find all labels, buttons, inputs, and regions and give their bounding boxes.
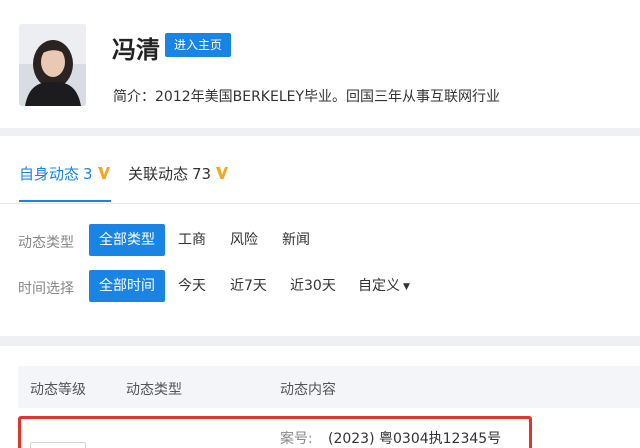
case-number-value: (2023) 粤0304执12345号 [328, 431, 502, 447]
dynamics-tabs: 自身动态 3 关联动态 73 [0, 136, 640, 204]
filter-option-business[interactable]: 工商 [178, 224, 206, 256]
time-filter: 时间选择 全部时间 今天 近7天 近30天 自定义 ▼ [0, 270, 640, 304]
enter-homepage-button[interactable]: 进入主页 [165, 33, 232, 57]
column-header-type: 动态类型 [126, 382, 182, 398]
tab-label: 自身动态 [19, 165, 80, 183]
table-header: 动态等级 动态类型 动态内容 [18, 366, 640, 408]
person-intro: 简介：2012年美国BERKELEY毕业。回国三年从事互联网行业 [113, 89, 501, 105]
filter-option-all-time[interactable]: 全部时间 [89, 270, 165, 302]
person-name: 冯清 [112, 36, 160, 64]
dynamic-type-filter: 动态类型 全部类型 工商 风险 新闻 [0, 224, 640, 258]
column-header-content: 动态内容 [280, 382, 336, 398]
person-profile-card: 冯清 进入主页 简介：2012年美国BERKELEY毕业。回国三年从事互联网行业 [0, 0, 640, 128]
filter-option-last-7-days[interactable]: 近7天 [230, 270, 267, 302]
tab-self-dynamics[interactable]: 自身动态 3 [19, 163, 111, 202]
vip-icon [97, 165, 111, 185]
avatar [19, 24, 86, 106]
tab-count: 73 [192, 165, 212, 183]
tab-related-dynamics[interactable]: 关联动态 73 [128, 163, 229, 185]
column-header-level: 动态等级 [30, 382, 86, 398]
custom-range-dropdown[interactable]: 自定义 ▼ [358, 270, 410, 302]
filter-label: 时间选择 [18, 281, 74, 297]
case-number-label: 案号: [280, 431, 313, 447]
dynamics-table: 动态等级 动态类型 动态内容 案号: (2023) 粤0304执12345号 [0, 346, 640, 448]
company-dynamics-page: 冯清 进入主页 简介：2012年美国BERKELEY毕业。回国三年从事互联网行业… [0, 0, 640, 448]
filter-option-all-types[interactable]: 全部类型 [89, 224, 165, 256]
filter-label: 动态类型 [18, 235, 74, 251]
filter-option-news[interactable]: 新闻 [282, 224, 310, 256]
filter-option-today[interactable]: 今天 [178, 270, 206, 302]
tab-count: 3 [83, 165, 93, 183]
vip-icon [215, 165, 229, 185]
tab-label: 关联动态 [128, 165, 189, 183]
filter-option-risk[interactable]: 风险 [230, 224, 258, 256]
filter-option-last-30-days[interactable]: 近30天 [290, 270, 336, 302]
caret-down-icon: ▼ [403, 282, 410, 292]
level-badge [30, 442, 86, 448]
dropdown-label: 自定义 [358, 278, 400, 294]
dynamics-panel: 自身动态 3 关联动态 73 动态类型 全部类型 工商 风险 新闻 时间选择 全部时… [0, 136, 640, 336]
